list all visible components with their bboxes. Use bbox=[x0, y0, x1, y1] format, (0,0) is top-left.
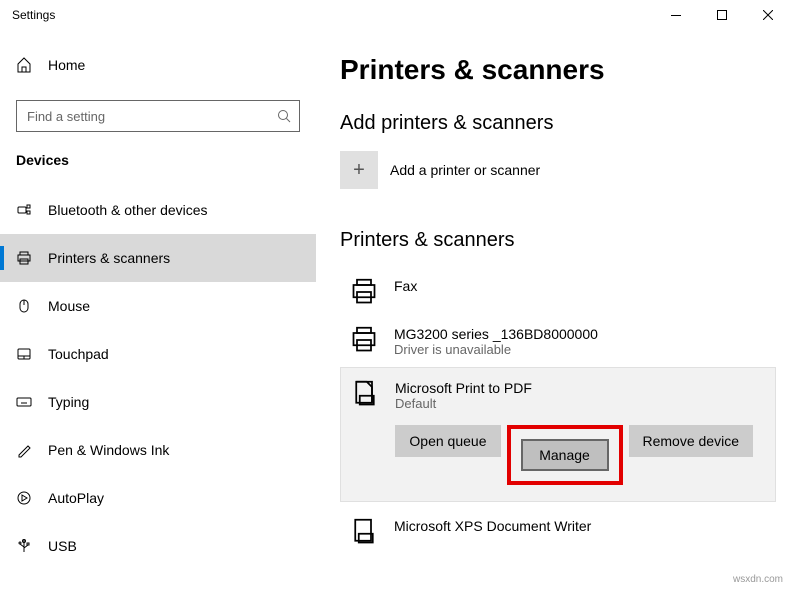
device-name: MG3200 series _136BD8000000 bbox=[394, 326, 771, 342]
sidebar-item-printers[interactable]: Printers & scanners bbox=[0, 234, 316, 282]
mouse-icon bbox=[16, 298, 36, 314]
sidebar-item-label: Printers & scanners bbox=[48, 250, 170, 266]
sidebar-item-pen[interactable]: Pen & Windows Ink bbox=[0, 426, 316, 474]
printer-icon bbox=[350, 518, 380, 546]
search-placeholder: Find a setting bbox=[27, 109, 105, 124]
close-button[interactable] bbox=[745, 0, 791, 30]
close-icon bbox=[763, 10, 773, 20]
sidebar-item-label: AutoPlay bbox=[48, 490, 104, 506]
search-icon bbox=[277, 109, 291, 123]
window-controls bbox=[653, 0, 791, 30]
manage-highlight-box: Manage bbox=[507, 425, 623, 485]
usb-icon bbox=[16, 538, 36, 554]
device-card-print-to-pdf[interactable]: Microsoft Print to PDF Default Open queu… bbox=[340, 367, 776, 502]
sidebar-item-bluetooth[interactable]: Bluetooth & other devices bbox=[0, 186, 316, 234]
home-button[interactable]: Home bbox=[0, 45, 316, 85]
open-queue-button[interactable]: Open queue bbox=[395, 425, 500, 457]
sidebar-item-touchpad[interactable]: Touchpad bbox=[0, 330, 316, 378]
watermark: wsxdn.com bbox=[733, 574, 783, 585]
plus-icon: + bbox=[340, 151, 378, 189]
maximize-icon bbox=[717, 10, 727, 20]
sidebar-item-label: Pen & Windows Ink bbox=[48, 442, 169, 458]
sidebar-item-autoplay[interactable]: AutoPlay bbox=[0, 474, 316, 522]
sidebar-item-label: Bluetooth & other devices bbox=[48, 202, 208, 218]
sidebar-item-usb[interactable]: USB bbox=[0, 522, 316, 570]
sidebar-item-label: USB bbox=[48, 538, 77, 554]
sidebar-item-mouse[interactable]: Mouse bbox=[0, 282, 316, 330]
device-status: Driver is unavailable bbox=[394, 342, 771, 357]
content-pane: Printers & scanners Add printers & scann… bbox=[316, 30, 791, 591]
printer-icon bbox=[351, 380, 381, 408]
sidebar-item-label: Mouse bbox=[48, 298, 90, 314]
manage-button[interactable]: Manage bbox=[521, 439, 609, 471]
printer-icon bbox=[350, 326, 380, 354]
device-row-fax[interactable]: Fax bbox=[340, 268, 771, 316]
autoplay-icon bbox=[16, 490, 36, 506]
sidebar-item-typing[interactable]: Typing bbox=[0, 378, 316, 426]
bluetooth-icon bbox=[16, 202, 36, 218]
device-name: Microsoft Print to PDF bbox=[395, 380, 765, 396]
device-name: Fax bbox=[394, 278, 771, 294]
keyboard-icon bbox=[16, 394, 36, 410]
sidebar-section-title: Devices bbox=[0, 152, 316, 168]
device-status: Default bbox=[395, 396, 765, 411]
home-icon bbox=[16, 57, 36, 73]
add-section-heading: Add printers & scanners bbox=[340, 112, 771, 135]
printer-icon bbox=[16, 250, 36, 266]
minimize-button[interactable] bbox=[653, 0, 699, 30]
remove-device-button[interactable]: Remove device bbox=[629, 425, 754, 457]
device-row-xps[interactable]: Microsoft XPS Document Writer bbox=[340, 508, 771, 556]
window-title: Settings bbox=[12, 8, 55, 22]
search-input[interactable]: Find a setting bbox=[16, 100, 300, 132]
sidebar-item-label: Typing bbox=[48, 394, 89, 410]
device-name: Microsoft XPS Document Writer bbox=[394, 518, 771, 534]
page-heading: Printers & scanners bbox=[340, 54, 771, 86]
sidebar: Home Find a setting Devices Bluetooth & … bbox=[0, 30, 316, 591]
maximize-button[interactable] bbox=[699, 0, 745, 30]
titlebar: Settings bbox=[0, 0, 791, 30]
list-section-heading: Printers & scanners bbox=[340, 229, 771, 252]
add-printer-label: Add a printer or scanner bbox=[390, 162, 540, 178]
home-label: Home bbox=[48, 57, 85, 73]
touchpad-icon bbox=[16, 346, 36, 362]
device-row-mg3200[interactable]: MG3200 series _136BD8000000 Driver is un… bbox=[340, 316, 771, 367]
add-printer-button[interactable]: + Add a printer or scanner bbox=[340, 151, 771, 189]
pen-icon bbox=[16, 442, 36, 458]
minimize-icon bbox=[671, 15, 681, 16]
printer-icon bbox=[350, 278, 380, 306]
sidebar-item-label: Touchpad bbox=[48, 346, 109, 362]
